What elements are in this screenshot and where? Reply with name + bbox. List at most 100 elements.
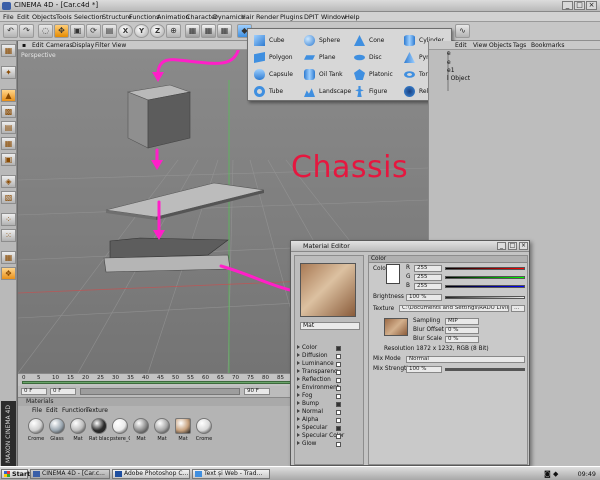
material-ball[interactable] bbox=[154, 418, 170, 434]
object-row[interactable]: e bbox=[447, 50, 451, 57]
render-region-icon[interactable]: ▦ bbox=[201, 24, 216, 38]
objmgr-menu-bookmarks[interactable]: Bookmarks bbox=[531, 42, 565, 49]
shape-cube[interactable]: Cube bbox=[252, 33, 285, 48]
material-ball[interactable] bbox=[28, 418, 44, 434]
taskbar-item-cinema4d[interactable]: CINEMA 4D - [Car.c... bbox=[30, 469, 110, 479]
render-view-icon[interactable]: ▦ bbox=[185, 24, 200, 38]
menu-dynamics[interactable]: Dynamics bbox=[213, 13, 245, 21]
frame-range-slider[interactable] bbox=[80, 388, 240, 395]
material-editor-close-button[interactable]: × bbox=[519, 242, 528, 250]
use-points-tool-icon[interactable]: ▦ bbox=[1, 137, 16, 150]
viewport-menu-filter[interactable]: Filter bbox=[95, 42, 110, 49]
spline-tool-icon[interactable]: ∿ bbox=[455, 24, 470, 38]
material-preview[interactable] bbox=[300, 263, 356, 317]
timeline-ruler[interactable] bbox=[22, 381, 294, 384]
menu-help[interactable]: Help bbox=[345, 13, 360, 21]
channel-checkbox[interactable] bbox=[336, 410, 341, 415]
z-axis-lock-button[interactable]: Z bbox=[150, 24, 165, 38]
channel-color[interactable]: Color bbox=[297, 345, 341, 351]
g-value-field[interactable]: 255 bbox=[414, 274, 442, 281]
channel-diffusion[interactable]: Diffusion bbox=[297, 353, 341, 359]
mix-strength-slider[interactable] bbox=[445, 368, 525, 371]
texture-path-field[interactable]: C:\Documents and Settings\RADU LIVIU\... bbox=[399, 305, 509, 312]
rotate-tool-icon[interactable]: ⟳ bbox=[86, 24, 101, 38]
channel-specular[interactable]: Specular bbox=[297, 425, 341, 431]
material-ball[interactable] bbox=[49, 418, 65, 434]
y-axis-lock-button[interactable]: Y bbox=[134, 24, 149, 38]
undo-icon[interactable]: ↶ bbox=[3, 24, 18, 38]
tweak-mode-icon[interactable]: ⁘ bbox=[1, 213, 16, 226]
channel-checkbox[interactable] bbox=[336, 402, 341, 407]
menu-plugins[interactable]: Plugins bbox=[280, 13, 303, 21]
use-texture-tool-icon[interactable]: ▩ bbox=[1, 105, 16, 118]
material-ball-selected[interactable] bbox=[175, 418, 191, 434]
channel-checkbox[interactable] bbox=[336, 346, 341, 351]
maximize-button[interactable]: □ bbox=[574, 1, 585, 10]
shape-figure[interactable]: Figure bbox=[352, 84, 387, 99]
r-value-field[interactable]: 255 bbox=[414, 265, 442, 272]
channel-checkbox[interactable] bbox=[336, 434, 341, 439]
taskbar-item-translator[interactable]: Text și Web - Trad... bbox=[192, 469, 270, 479]
enable-axis-icon[interactable]: ▧ bbox=[1, 191, 16, 204]
shape-cone[interactable]: Cone bbox=[352, 33, 384, 48]
menu-selection[interactable]: Selection bbox=[74, 13, 103, 21]
channel-normal[interactable]: Normal bbox=[297, 409, 341, 415]
close-button[interactable]: × bbox=[586, 1, 597, 10]
material-editor-maximize-button[interactable]: □ bbox=[508, 242, 517, 250]
taskbar-item-photoshop[interactable]: Adobe Photoshop C... bbox=[112, 469, 190, 479]
material-name-field[interactable]: Mat bbox=[300, 322, 360, 330]
texture-browse-button[interactable]: … bbox=[511, 305, 525, 312]
channel-checkbox[interactable] bbox=[336, 378, 341, 383]
shape-sphere[interactable]: Sphere bbox=[302, 33, 340, 48]
channel-checkbox[interactable] bbox=[336, 370, 341, 375]
move-tool-icon[interactable]: ✥ bbox=[54, 24, 69, 38]
make-editable-icon[interactable]: ▦ bbox=[1, 44, 16, 57]
menu-file[interactable]: File bbox=[3, 13, 14, 21]
start-button[interactable]: Start bbox=[1, 469, 30, 479]
texture-thumbnail[interactable] bbox=[384, 318, 408, 336]
snap-icon[interactable]: ⁙ bbox=[1, 229, 16, 242]
shape-polygon[interactable]: Polygon bbox=[252, 50, 293, 65]
object-row[interactable]: l Object bbox=[447, 75, 470, 82]
matmgr-menu-function[interactable]: Function bbox=[62, 407, 88, 414]
material-ball[interactable] bbox=[196, 418, 212, 434]
menu-tools[interactable]: Tools bbox=[56, 13, 72, 21]
color-swatch[interactable] bbox=[386, 264, 400, 284]
objmgr-menu-objects[interactable]: Objects bbox=[489, 42, 512, 49]
scale-tool-icon[interactable]: ▣ bbox=[70, 24, 85, 38]
frame-end-field[interactable]: 90 F bbox=[244, 388, 270, 395]
channel-checkbox[interactable] bbox=[336, 418, 341, 423]
channel-reflection[interactable]: Reflection bbox=[297, 377, 341, 383]
r-slider[interactable] bbox=[445, 267, 525, 270]
recent-tools-icon[interactable]: ▤ bbox=[102, 24, 117, 38]
redo-icon[interactable]: ↷ bbox=[19, 24, 34, 38]
shape-oil-tank[interactable]: Oil Tank bbox=[302, 67, 343, 82]
menu-objects[interactable]: Objects bbox=[32, 13, 56, 21]
channel-luminance[interactable]: Luminance bbox=[297, 361, 341, 367]
layout-icon[interactable]: ❖ bbox=[1, 267, 16, 280]
use-object-tool-icon[interactable]: ▲ bbox=[1, 89, 16, 102]
shape-landscape[interactable]: Landscape bbox=[302, 84, 351, 99]
menu-render[interactable]: Render bbox=[256, 13, 279, 21]
menu-animation[interactable]: Animation bbox=[157, 13, 190, 21]
channel-specular-color[interactable]: Specular Color bbox=[297, 433, 344, 439]
matmgr-menu-edit[interactable]: Edit bbox=[46, 407, 58, 414]
workplane-icon[interactable]: ▦ bbox=[1, 251, 16, 264]
b-slider[interactable] bbox=[445, 285, 525, 288]
tray-icons[interactable]: ◙ ◆ bbox=[544, 470, 558, 478]
material-ball[interactable] bbox=[112, 418, 128, 434]
channel-environment[interactable]: Environment bbox=[297, 385, 341, 391]
frame-start-field[interactable]: 0 F bbox=[21, 388, 47, 395]
material-ball[interactable] bbox=[91, 418, 107, 434]
viewport-menu-display[interactable]: Display bbox=[72, 42, 94, 49]
menu-edit[interactable]: Edit bbox=[17, 13, 29, 21]
brightness-slider[interactable] bbox=[445, 296, 525, 299]
blur-scale-field[interactable]: 0 % bbox=[445, 336, 479, 343]
object-row[interactable]: e bbox=[447, 59, 451, 66]
channel-fog[interactable]: Fog bbox=[297, 393, 341, 399]
sampling-dropdown[interactable]: MIP bbox=[445, 318, 479, 325]
channel-checkbox[interactable] bbox=[336, 442, 341, 447]
menu-structure[interactable]: Structure bbox=[102, 13, 132, 21]
live-selection-icon[interactable]: ◌ bbox=[38, 24, 53, 38]
use-edges-tool-icon[interactable]: ▣ bbox=[1, 153, 16, 166]
